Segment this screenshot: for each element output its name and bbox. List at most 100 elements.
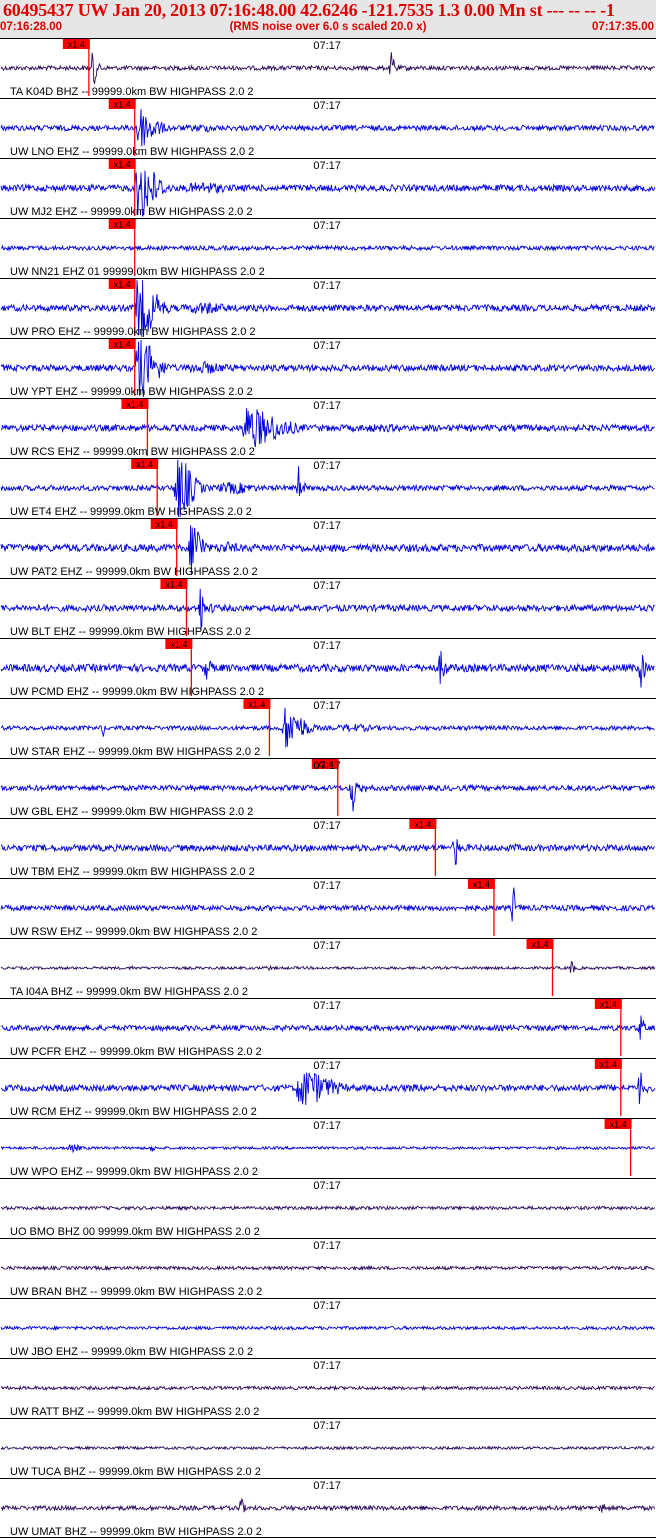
- pick-marker-label: x1.4: [136, 460, 153, 470]
- station-label: UW PRO EHZ -- 99999.0km BW HIGHPASS 2.0 …: [10, 326, 256, 338]
- pick-marker-label: x1.4: [68, 40, 85, 50]
- waveform-trace: [0, 960, 656, 973]
- trace-panel: x1.4 07:17 UW RCS EHZ -- 99999.0km BW HIGH…: [0, 398, 656, 458]
- waveform-trace: [0, 52, 655, 84]
- station-label: UW PAT2 EHZ -- 99999.0km BW HIGHPASS 2.0…: [10, 566, 258, 578]
- waveform-trace: [0, 408, 655, 448]
- station-label: UW GBL EHZ -- 99999.0km BW HIGHPASS 2.0 …: [10, 806, 253, 818]
- time-tick-label: 07:17: [313, 1300, 341, 1312]
- waveform-trace: [0, 1264, 655, 1272]
- trace-panel: 07:17 UO BMO BHZ 00 99999.0km BW HIGHPASS…: [0, 1178, 656, 1238]
- station-label: TA I04A BHZ -- 99999.0km BW HIGHPASS 2.0…: [10, 986, 248, 998]
- waveform-trace: [0, 1015, 656, 1040]
- station-label: UW PCMD EHZ -- 99999.0km BW HIGHPASS 2.0…: [10, 686, 264, 698]
- pick-marker-label: x1.4: [114, 340, 131, 350]
- waveform-trace: [0, 1204, 655, 1212]
- station-label: UW STAR EHZ -- 99999.0km BW HIGHPASS 2.0…: [10, 746, 260, 758]
- station-label: UW RCS EHZ -- 99999.0km BW HIGHPASS 2.0 …: [10, 446, 255, 458]
- waveform-trace: [0, 1143, 655, 1154]
- station-label: UW JBO EHZ -- 99999.0km BW HIGHPASS 2.0 …: [10, 1346, 253, 1358]
- trace-panel: x1.4 07:17 UW STAR EHZ -- 99999.0km BW HIG…: [0, 698, 656, 758]
- pick-marker-label: x1.4: [156, 520, 173, 530]
- trace-panel: x1.4 07:17 UW LNO EHZ -- 99999.0km BW HIGH…: [0, 98, 656, 158]
- waveform-trace: [0, 1497, 656, 1513]
- time-tick-label: 07:17: [313, 520, 341, 532]
- time-tick-label: 07:17: [313, 1480, 341, 1492]
- trace-panel: 07:17 UW TUCA BHZ -- 99999.0km BW HIGHPAS…: [0, 1418, 656, 1478]
- trace-panel: x1.4 07:17 UW BLT EHZ -- 99999.0km BW HIGH…: [0, 578, 656, 638]
- pick-marker-label: x1.4: [114, 160, 131, 170]
- station-label: TA K04D BHZ -- 99999.0km BW HIGHPASS 2.0…: [10, 86, 254, 98]
- time-tick-label: 07:17: [313, 40, 341, 52]
- trace-panel: x1.4 07:17 UW RCM EHZ -- 99999.0km BW HIGH…: [0, 1058, 656, 1118]
- pick-marker-label: x1.4: [114, 100, 131, 110]
- station-label: UW BLT EHZ -- 99999.0km BW HIGHPASS 2.0 …: [10, 626, 251, 638]
- time-tick-label: 07:17: [313, 400, 341, 412]
- station-label: UW LNO EHZ -- 99999.0km BW HIGHPASS 2.0 …: [10, 146, 254, 158]
- trace-panel: x1.407:17UW GBL EHZ -- 99999.0km BW HIGH…: [0, 758, 656, 818]
- trace-panel: x1.4 07:17 UW WPO EHZ -- 99999.0km BW HIGH…: [0, 1118, 656, 1178]
- waveform-trace: [0, 109, 655, 147]
- pick-marker-label: x1.4: [114, 280, 131, 290]
- trace-panel: 07:17 UW BRAN BHZ -- 99999.0km BW HIGHPAS…: [0, 1238, 656, 1298]
- trace-panel: x1.4 07:17 UW TBM EHZ -- 99999.0km BW HIGH…: [0, 818, 656, 878]
- waveform-trace: [0, 1445, 655, 1451]
- pick-marker-label: x1.4: [610, 1120, 627, 1130]
- station-label: UW ET4 EHZ -- 99999.0km BW HIGHPASS 2.0 …: [10, 506, 252, 518]
- rms-subtitle: (RMS noise over 6.0 s scaled 20.0 x): [229, 21, 427, 33]
- station-label: UW RATT BHZ -- 99999.0km BW HIGHPASS 2.0…: [10, 1406, 259, 1418]
- time-tick-label: 07:17: [313, 280, 341, 292]
- time-tick-label: 07:17: [313, 160, 341, 172]
- station-label: UW MJ2 EHZ -- 99999.0km BW HIGHPASS 2.0 …: [10, 206, 252, 218]
- end-time: 07:17:35.00: [591, 21, 654, 33]
- time-tick-label: 07:17: [313, 640, 341, 652]
- trace-panel: 07:17 UW JBO EHZ -- 99999.0km BW HIGHPASS…: [0, 1298, 656, 1358]
- trace-panel: x1.4 07:17 UW PAT2 EHZ -- 99999.0km BW HIG…: [0, 518, 656, 578]
- station-label: UW WPO EHZ -- 99999.0km BW HIGHPASS 2.0 …: [10, 1166, 258, 1178]
- waveform-trace: [0, 244, 655, 252]
- time-tick-label: 07:17: [313, 880, 341, 892]
- time-tick-label: 07:17: [313, 100, 341, 112]
- pick-marker-label: x1.4: [600, 1060, 617, 1070]
- trace-panel: x1.4 07:17 UW PCMD EHZ -- 99999.0km BW HIG…: [0, 638, 656, 698]
- trace-panel: x1.4 07:17 UW RSW EHZ -- 99999.0km BW HIGH…: [0, 878, 656, 938]
- waveform-trace: [0, 887, 656, 922]
- time-tick-label: 07:17: [313, 1240, 341, 1252]
- trace-panel: x1.4 07:17 UW YPT EHZ -- 99999.0km BW HIGH…: [0, 338, 656, 398]
- pick-marker-label: x1.4: [165, 580, 182, 590]
- time-tick-label: 07:17: [313, 700, 341, 712]
- station-label: UW NN21 EHZ 01 99999.0km BW HIGHPASS 2.0…: [10, 266, 265, 278]
- pick-marker-label: x1.4: [531, 940, 548, 950]
- waveform-trace: [0, 1072, 656, 1106]
- time-tick-label: 07:17: [313, 220, 341, 232]
- trace-panel: x1.4 07:17 UW MJ2 EHZ -- 99999.0km BW HIGH…: [0, 158, 656, 218]
- time-tick-label: 07:17: [313, 340, 341, 352]
- station-label: UW TBM EHZ -- 99999.0km BW HIGHPASS 2.0 …: [10, 866, 255, 878]
- trace-panel: x1.4 07:17 UW ET4 EHZ -- 99999.0km BW HIGH…: [0, 458, 656, 518]
- station-label: UW RSW EHZ -- 99999.0km BW HIGHPASS 2.0 …: [10, 926, 257, 938]
- trace-panel: 07:17 UW RATT BHZ -- 99999.0km BW HIGHPAS…: [0, 1358, 656, 1418]
- time-tick-label: 07:17: [313, 940, 341, 952]
- pick-marker-label: x1.4: [126, 400, 143, 410]
- waveform-trace: [0, 1384, 655, 1392]
- pick-marker-label: x1.4: [414, 820, 431, 830]
- time-tick-label: 07:17: [313, 460, 341, 472]
- trace-panel: x1.4 07:17 UW PRO EHZ -- 99999.0km BW HIGH…: [0, 278, 656, 338]
- pick-marker-label: x1.4: [473, 880, 490, 890]
- trace-panel: x1.4 07:17 TA I04A BHZ -- 99999.0km BW HIG…: [0, 938, 656, 998]
- seismogram-plot: x1.4 07:17 TA K04D BHZ -- 99999.0km BW HIG…: [0, 38, 656, 1538]
- time-tick-label: 07:17: [313, 1420, 341, 1432]
- time-tick-label: 07:17: [313, 1120, 341, 1132]
- event-title: 60495437 UW Jan 20, 2013 07:16:48.00 42.…: [3, 0, 615, 20]
- time-tick-label: 07:17: [313, 580, 341, 592]
- time-tick-label: 07:17: [313, 1060, 341, 1072]
- trace-panel: x1.4 07:17 UW NN21 EHZ 01 99999.0km BW HIG…: [0, 218, 656, 278]
- time-tick-label: 07:17: [313, 1360, 341, 1372]
- time-tick-label: 07:17: [313, 1180, 341, 1192]
- trace-panel: x1.4 07:17 TA K04D BHZ -- 99999.0km BW HIG…: [0, 38, 656, 98]
- trace-panel: 07:17 UW UMAT BHZ -- 99999.0km BW HIGHPAS…: [0, 1478, 656, 1538]
- time-tick-label: 07:17: [313, 1000, 341, 1012]
- station-label: UW TUCA BHZ -- 99999.0km BW HIGHPASS 2.0…: [10, 1466, 261, 1478]
- trace-panel: x1.4 07:17 UW PCFR EHZ -- 99999.0km BW HIG…: [0, 998, 656, 1058]
- waveform-trace: [0, 588, 655, 629]
